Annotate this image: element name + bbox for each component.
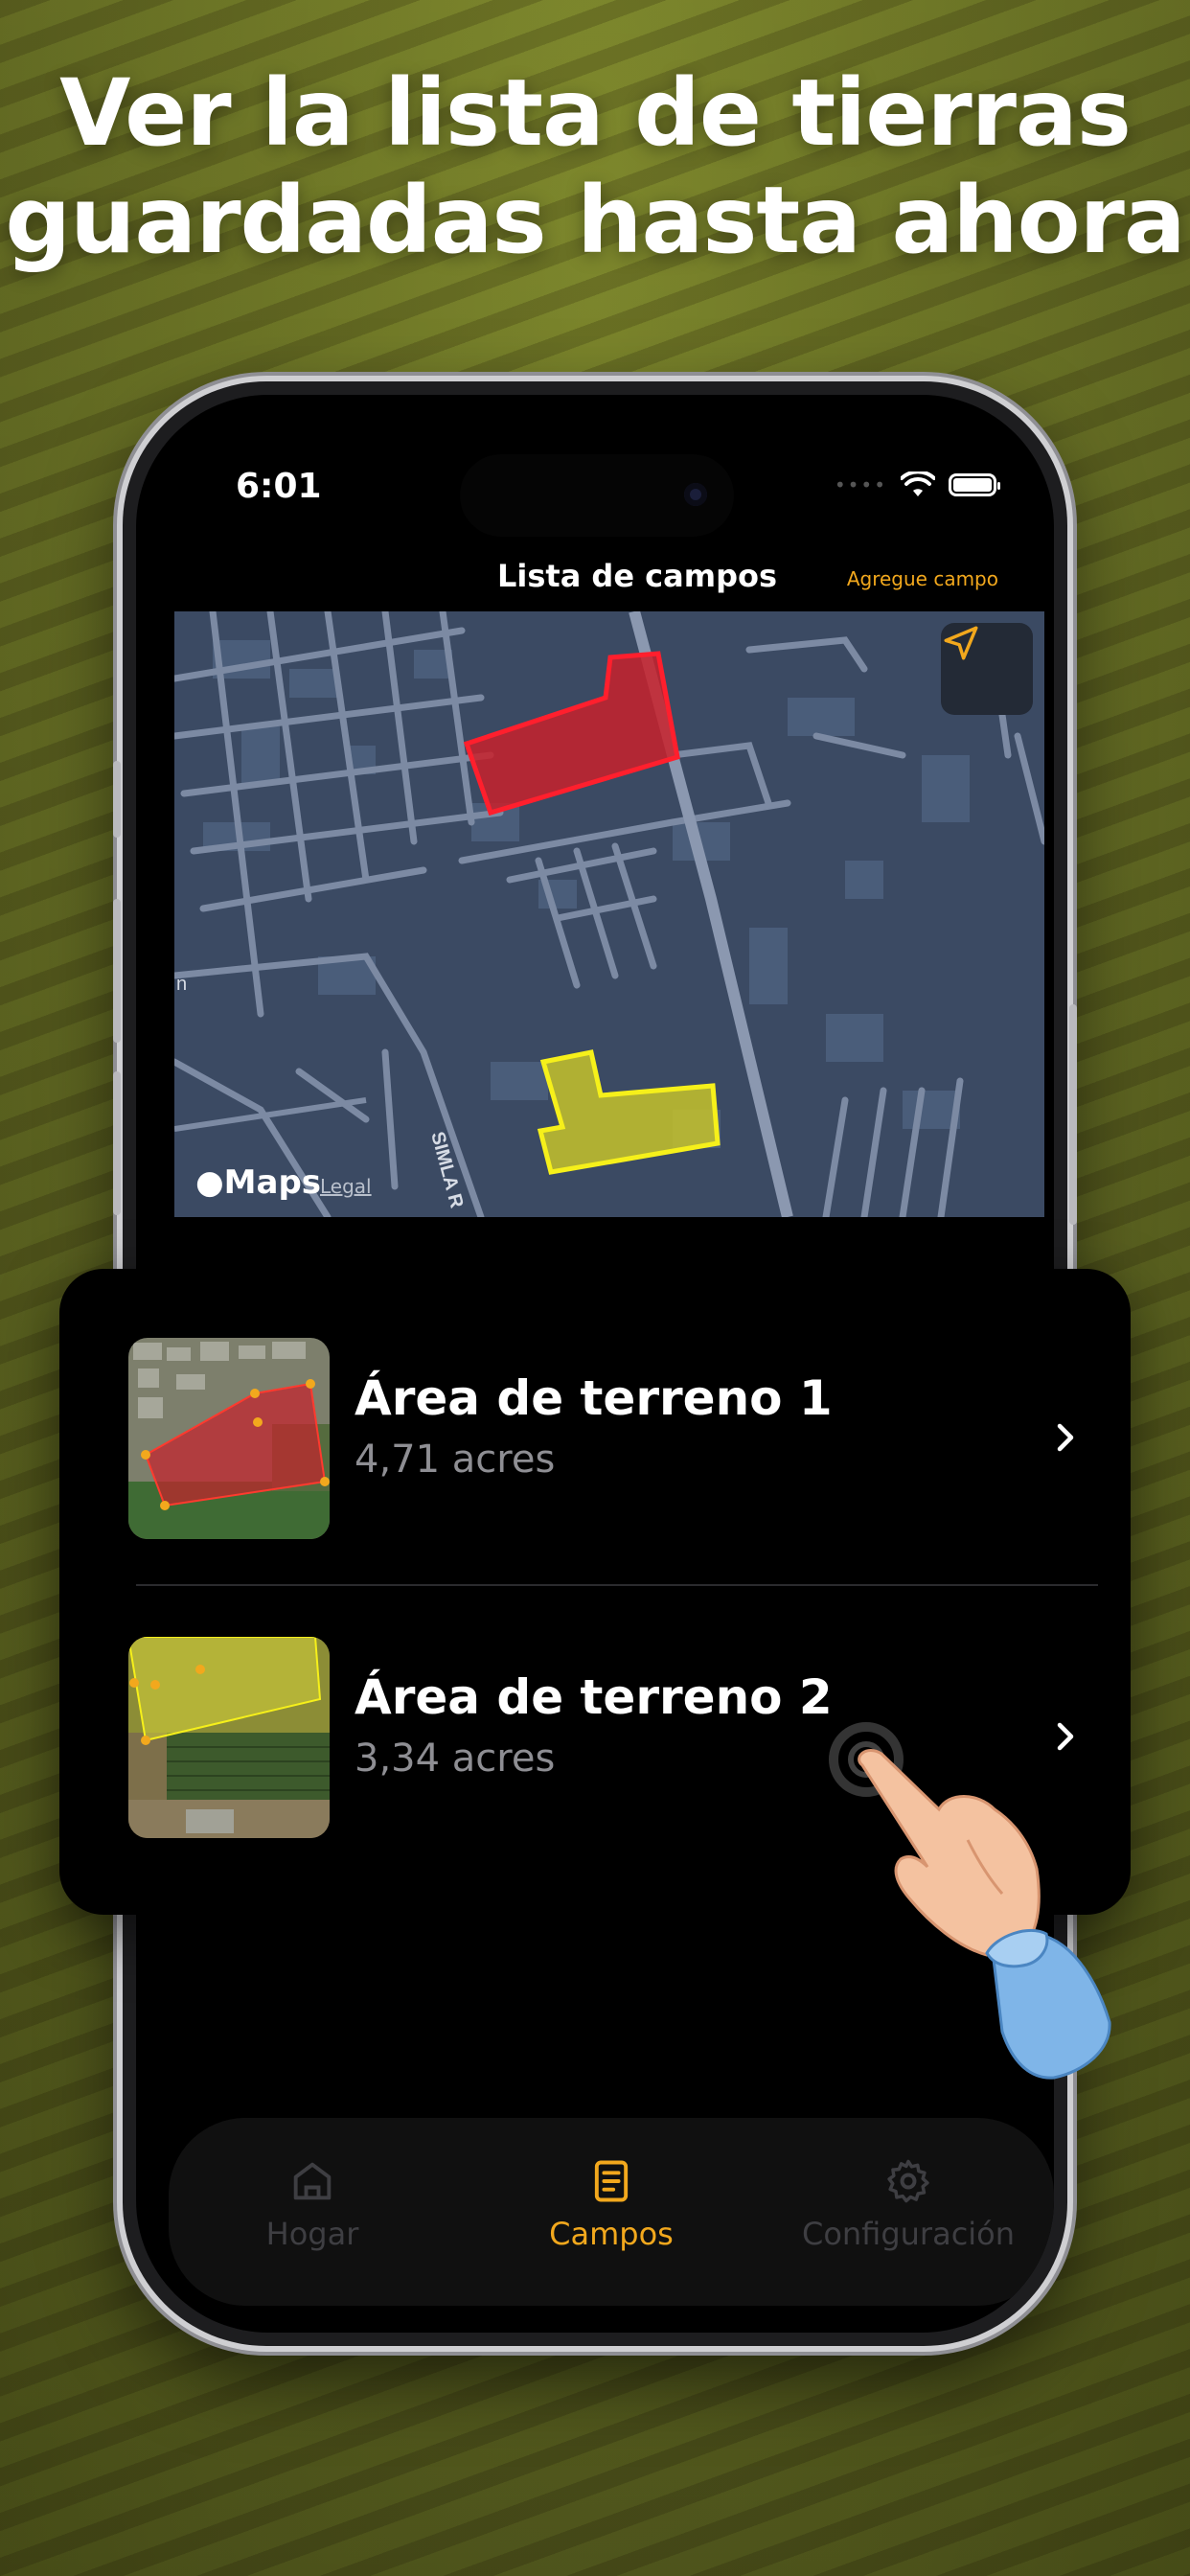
tab-home-label: Hogar <box>265 2216 359 2252</box>
home-icon <box>293 2162 332 2200</box>
map-streets: SIMLA R n <box>174 611 1044 1217</box>
field-name: Área de terreno 2 <box>355 1669 833 1725</box>
field-area: 4,71 acres <box>355 1438 556 1482</box>
maps-logo: ●Maps <box>195 1163 322 1202</box>
map-edge-label: n <box>176 974 187 995</box>
tab-fields[interactable]: Campos <box>468 2156 755 2252</box>
promo-headline: Ver la lista de tierras guardadas hasta … <box>0 59 1190 274</box>
tab-home[interactable]: Hogar <box>169 2156 456 2252</box>
signal-icon: •••• <box>834 473 887 496</box>
wifi-icon <box>901 472 935 496</box>
status-time: 6:01 <box>236 467 322 506</box>
location-arrow-icon <box>944 626 978 660</box>
legal-link[interactable]: Legal <box>320 1175 372 1198</box>
field-area: 3,34 acres <box>355 1736 556 1781</box>
headline-line-2: guardadas hasta ahora <box>5 167 1185 274</box>
volume-up-button <box>113 899 121 1043</box>
power-button <box>1069 1004 1077 1225</box>
locate-button[interactable] <box>941 623 1033 715</box>
pointing-hand-icon <box>829 1722 1111 2080</box>
divider <box>136 1584 1098 1586</box>
document-icon <box>594 2160 629 2202</box>
gear-icon <box>887 2159 929 2203</box>
tab-bar: Hogar Campos Configuración <box>169 2118 1054 2306</box>
map-view[interactable]: SIMLA R n ●Maps Legal <box>174 611 1044 1217</box>
field-list-item[interactable]: Área de terreno 1 4,71 acres <box>128 1338 1087 1539</box>
headline-line-1: Ver la lista de tierras <box>59 59 1132 167</box>
field-name: Área de terreno 1 <box>355 1370 833 1426</box>
volume-down-button <box>113 1071 121 1215</box>
dynamic-island <box>460 454 734 537</box>
tab-fields-label: Campos <box>549 2216 674 2252</box>
chevron-right-icon <box>1057 1423 1074 1452</box>
field-thumbnail <box>128 1338 330 1539</box>
front-camera <box>684 483 707 506</box>
tab-settings[interactable]: Configuración <box>755 2156 1054 2252</box>
tab-settings-label: Configuración <box>801 2216 1016 2252</box>
field-thumbnail <box>128 1637 330 1838</box>
battery-icon <box>949 473 1000 496</box>
mute-switch <box>113 761 121 838</box>
status-icons: •••• <box>834 472 1000 498</box>
add-field-button[interactable]: Agregue campo <box>847 567 998 590</box>
